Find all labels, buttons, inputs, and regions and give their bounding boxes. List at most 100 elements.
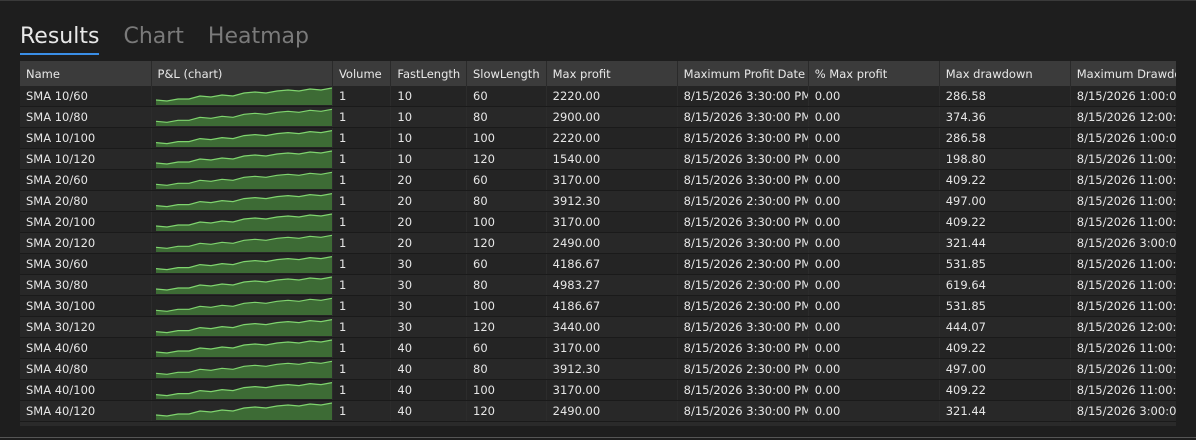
cell-max-profit-date: 8/15/2026 2:30:00 PM [677,274,809,296]
cell-max-profit: 3440.00 [546,316,678,338]
cell-max-profit-date: 8/15/2026 2:30:00 PM [677,358,809,380]
cell-volume: 1 [332,358,392,380]
pnl-sparkline-area [155,151,332,168]
table-row[interactable]: SMA 20/100 1 20 100 3170.00 8/15/2026 3:30:00… [20,211,1176,233]
column-header-volume[interactable]: Volume [332,61,392,86]
cell-max-drawdown: 321.44 [939,232,1071,254]
column-header-max-profit[interactable]: Max profit [546,61,678,86]
table-row[interactable]: SMA 40/120 1 40 120 2490.00 8/15/2026 3:30:00… [20,400,1176,422]
cell-pnl-chart [151,169,333,191]
cell-volume: 1 [332,86,392,107]
tab-results[interactable]: Results [20,24,100,55]
pnl-sparkline [155,213,332,231]
cell-volume: 1 [332,169,392,191]
cell-max-profit-date: 8/15/2026 3:30:00 PM [677,400,809,422]
cell-volume: 1 [332,337,392,359]
table-row[interactable]: SMA 10/60 1 10 60 2220.00 8/15/2026 3:30:00 P… [20,86,1176,107]
cell-pct-max-profit: 0.00 [808,253,940,275]
table-row[interactable]: SMA 40/80 1 40 80 3912.30 8/15/2026 2:30:00 P… [20,358,1176,380]
cell-fast-length: 20 [390,211,467,233]
column-header-pnl-chart[interactable]: P&L (chart) [151,61,333,86]
pnl-sparkline [155,108,332,126]
column-header-pct-max-profit[interactable]: % Max profit [808,61,940,86]
cell-fast-length: 20 [390,169,467,191]
cell-volume: 1 [332,316,392,338]
table-row[interactable]: SMA 10/120 1 10 120 1540.00 8/15/2026 3:30:00… [20,148,1176,170]
cell-name: SMA 30/100 [20,295,152,317]
column-header-fast-length[interactable]: FastLength [390,61,467,86]
pnl-sparkline-area [155,193,332,210]
cell-pct-max-profit: 0.00 [808,190,940,212]
pnl-sparkline [155,256,332,273]
cell-pnl-chart [151,295,333,317]
cell-pnl-chart [151,358,333,380]
table-row[interactable]: SMA 20/120 1 20 120 2490.00 8/15/2026 3:30:00… [20,232,1176,254]
table-row[interactable]: SMA 30/60 1 30 60 4186.67 8/15/2026 2:30:00 P… [20,253,1176,275]
cell-max-profit: 4983.27 [546,274,678,296]
cell-volume: 1 [332,148,392,170]
cell-max-drawdown-date: 8/15/2026 12:00:00 [1070,316,1176,338]
cell-max-drawdown: 409.22 [939,211,1071,233]
cell-pnl-chart [151,274,333,296]
cell-slow-length: 120 [466,232,547,254]
bottom-divider [0,437,1196,438]
table-row[interactable]: SMA 40/100 1 40 100 3170.00 8/15/2026 3:30:00… [20,379,1176,401]
cell-pct-max-profit: 0.00 [808,86,940,107]
cell-slow-length: 100 [466,127,547,149]
pnl-sparkline [155,339,332,357]
tab-chart[interactable]: Chart [123,24,183,55]
cell-slow-length: 100 [466,379,547,401]
pnl-sparkline-area [155,319,332,336]
results-grid[interactable]: Name P&L (chart) Volume FastLength SlowL… [20,61,1176,422]
cell-max-drawdown-date: 8/15/2026 11:00:00 [1070,169,1176,191]
cell-pct-max-profit: 0.00 [808,211,940,233]
cell-pnl-chart [151,400,333,422]
cell-volume: 1 [332,232,392,254]
cell-max-drawdown: 531.85 [939,295,1071,317]
cell-name: SMA 30/120 [20,316,152,338]
table-row[interactable]: SMA 20/60 1 20 60 3170.00 8/15/2026 3:30:00 P… [20,169,1176,191]
cell-max-drawdown: 531.85 [939,253,1071,275]
horizontal-scrollbar[interactable] [20,422,1176,426]
cell-pnl-chart [151,232,333,254]
table-row[interactable]: SMA 30/100 1 30 100 4186.67 8/15/2026 2:30:00… [20,295,1176,317]
cell-max-profit: 3170.00 [546,379,678,401]
results-table-body: SMA 10/60 1 10 60 2220.00 8/15/2026 3:30:00 P… [20,86,1176,422]
cell-max-profit-date: 8/15/2026 2:30:00 PM [677,295,809,317]
column-header-max-profit-date[interactable]: Maximum Profit Date [677,61,809,86]
table-row[interactable]: SMA 20/80 1 20 80 3912.30 8/15/2026 2:30:00 P… [20,190,1176,212]
cell-pct-max-profit: 0.00 [808,379,940,401]
cell-max-drawdown: 374.36 [939,106,1071,128]
cell-pnl-chart [151,190,333,212]
cell-pct-max-profit: 0.00 [808,358,940,380]
pnl-sparkline [155,319,332,336]
pnl-sparkline-area [155,340,332,357]
cell-pnl-chart [151,337,333,359]
column-header-max-drawdown-date[interactable]: Maximum Drawdown Date [1070,61,1176,86]
cell-max-profit: 2490.00 [546,232,678,254]
cell-max-drawdown: 286.58 [939,127,1071,149]
cell-max-profit-date: 8/15/2026 3:30:00 PM [677,379,809,401]
table-row[interactable]: SMA 30/80 1 30 80 4983.27 8/15/2026 2:30:00 P… [20,274,1176,296]
pnl-sparkline [155,276,332,294]
pnl-sparkline-area [155,361,332,378]
cell-max-profit: 2220.00 [546,86,678,107]
table-row[interactable]: SMA 30/120 1 30 120 3440.00 8/15/2026 3:30:00… [20,316,1176,338]
table-row[interactable]: SMA 10/80 1 10 80 2900.00 8/15/2026 3:30:00 P… [20,106,1176,128]
column-header-name[interactable]: Name [20,61,152,86]
cell-fast-length: 30 [390,253,467,275]
cell-volume: 1 [332,379,392,401]
table-row[interactable]: SMA 10/100 1 10 100 2220.00 8/15/2026 3:30:00… [20,127,1176,149]
cell-max-drawdown-date: 8/15/2026 11:00:00 [1070,253,1176,275]
column-header-max-drawdown[interactable]: Max drawdown [939,61,1071,86]
table-row[interactable]: SMA 40/60 1 40 60 3170.00 8/15/2026 3:30:00 P… [20,337,1176,359]
cell-slow-length: 120 [466,400,547,422]
column-header-slow-length[interactable]: SlowLength [466,61,547,86]
cell-pnl-chart [151,316,333,338]
cell-pnl-chart [151,148,333,170]
cell-max-profit-date: 8/15/2026 3:30:00 PM [677,127,809,149]
cell-name: SMA 40/100 [20,379,152,401]
tab-heatmap[interactable]: Heatmap [208,24,309,55]
cell-fast-length: 30 [390,316,467,338]
cell-slow-length: 80 [466,190,547,212]
